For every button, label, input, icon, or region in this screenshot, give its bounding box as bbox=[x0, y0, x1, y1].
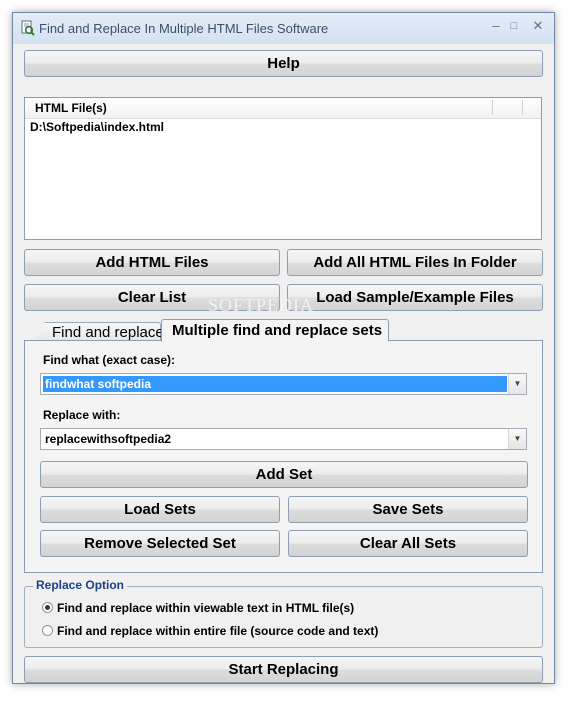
save-sets-button[interactable]: Save Sets bbox=[288, 496, 528, 523]
list-item[interactable]: D:\Softpedia\index.html bbox=[30, 120, 164, 134]
add-html-files-button[interactable]: Add HTML Files bbox=[24, 249, 280, 276]
radio-label-viewable-text[interactable]: Find and replace within viewable text in… bbox=[57, 601, 354, 615]
load-sets-button[interactable]: Load Sets bbox=[40, 496, 280, 523]
add-all-html-files-in-folder-button[interactable]: Add All HTML Files In Folder bbox=[287, 249, 543, 276]
minimize-button[interactable]: – bbox=[487, 19, 505, 33]
radio-entire-file[interactable] bbox=[42, 625, 53, 636]
watermark: SOFTPEDIA bbox=[208, 295, 315, 315]
html-files-list[interactable]: HTML File(s) D:\Softpedia\index.html bbox=[24, 97, 542, 240]
app-window: Find and Replace In Multiple HTML Files … bbox=[12, 12, 555, 684]
start-replacing-button[interactable]: Start Replacing bbox=[24, 656, 543, 683]
chevron-down-icon[interactable]: ▼ bbox=[508, 429, 526, 449]
title-bar[interactable]: Find and Replace In Multiple HTML Files … bbox=[13, 13, 554, 44]
replace-with-value: replacewithsoftpedia2 bbox=[45, 432, 172, 446]
column-header-html-files[interactable]: HTML File(s) bbox=[35, 101, 107, 115]
replace-with-label: Replace with: bbox=[43, 408, 121, 422]
add-set-button[interactable]: Add Set bbox=[40, 461, 528, 488]
replace-option-group: Replace Option Find and replace within v… bbox=[24, 578, 543, 648]
replace-with-combobox[interactable]: replacewithsoftpedia2 ▼ bbox=[40, 428, 527, 450]
radio-selected-dot bbox=[45, 605, 50, 610]
remove-selected-set-button[interactable]: Remove Selected Set bbox=[40, 530, 280, 557]
tab-find-and-replace[interactable]: Find and replace bbox=[33, 322, 161, 342]
find-what-value: findwhat softpedia bbox=[42, 375, 508, 393]
replace-option-title: Replace Option bbox=[33, 578, 128, 592]
window-title: Find and Replace In Multiple HTML Files … bbox=[39, 21, 329, 36]
radio-viewable-text[interactable] bbox=[42, 602, 53, 613]
help-button[interactable]: Help bbox=[24, 50, 543, 77]
column-separator[interactable] bbox=[492, 100, 493, 115]
client-area: Help HTML File(s) D:\Softpedia\index.htm… bbox=[13, 44, 554, 683]
app-icon bbox=[21, 20, 35, 36]
multiple-sets-panel: Find what (exact case): findwhat softped… bbox=[24, 340, 543, 573]
find-what-combobox[interactable]: findwhat softpedia ▼ bbox=[40, 373, 527, 395]
close-button[interactable]: ✕ bbox=[529, 19, 547, 33]
chevron-down-icon[interactable]: ▼ bbox=[508, 374, 526, 394]
column-separator[interactable] bbox=[522, 100, 523, 115]
load-sample-files-button[interactable]: Load Sample/Example Files bbox=[287, 284, 543, 311]
maximize-button[interactable]: □ bbox=[505, 19, 523, 33]
find-what-label: Find what (exact case): bbox=[43, 353, 176, 367]
list-header: HTML File(s) bbox=[25, 98, 541, 119]
tab-multiple-find-and-replace-sets[interactable]: Multiple find and replace sets bbox=[161, 319, 389, 342]
clear-all-sets-button[interactable]: Clear All Sets bbox=[288, 530, 528, 557]
radio-label-entire-file[interactable]: Find and replace within entire file (sou… bbox=[57, 624, 378, 638]
